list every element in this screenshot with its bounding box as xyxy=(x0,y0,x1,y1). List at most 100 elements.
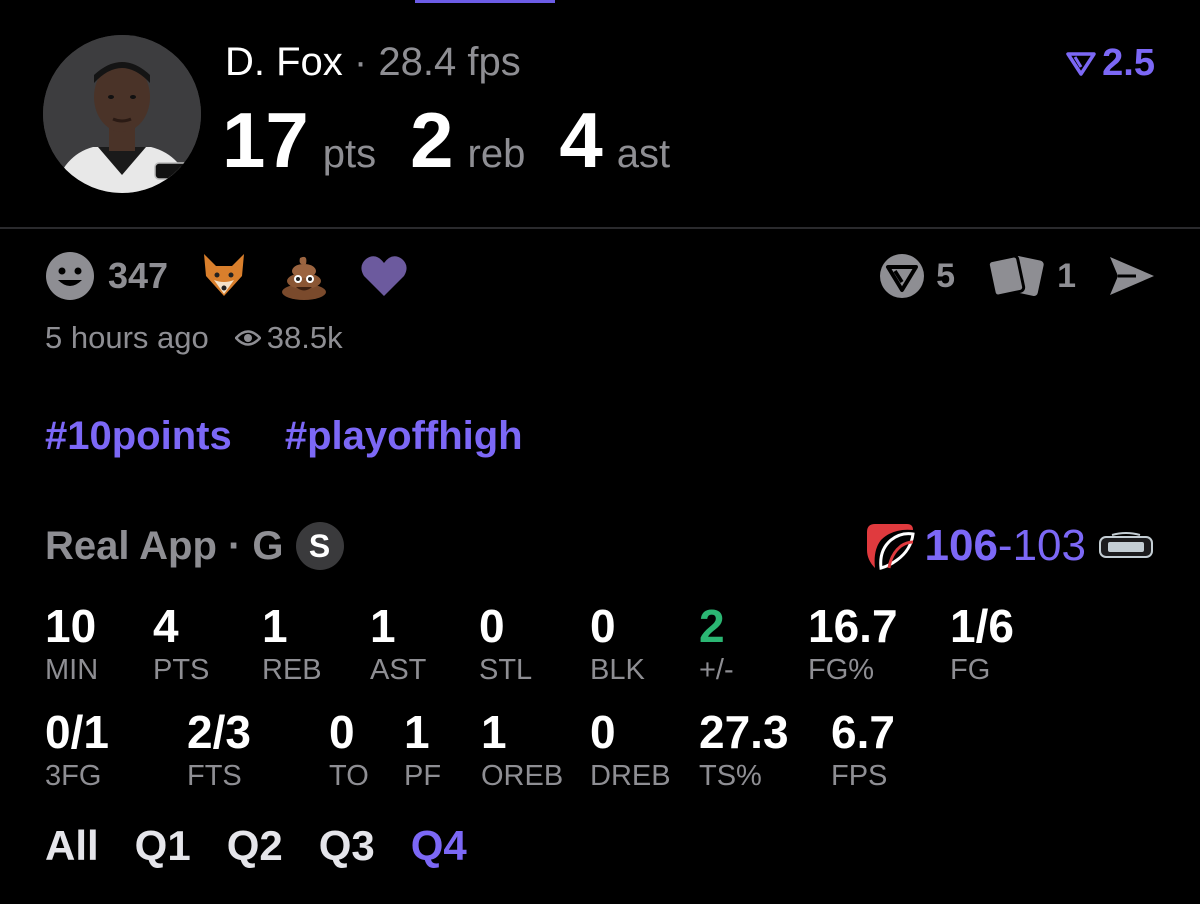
tab-q4[interactable]: Q4 xyxy=(411,822,467,870)
app-label: Real App · G xyxy=(45,523,284,568)
score-dash: - xyxy=(997,521,1013,570)
position-badge: S xyxy=(295,522,344,570)
tab-q2[interactable]: Q2 xyxy=(227,822,283,870)
stat-cell: 0 BLK xyxy=(590,602,645,686)
stat-value: 1 xyxy=(404,706,430,758)
stat-label: FG% xyxy=(808,654,875,686)
cards-count: 1 xyxy=(1057,256,1076,295)
stat-label: TS% xyxy=(699,760,762,792)
view-count: 38.5k xyxy=(266,320,343,355)
stat-label: REB xyxy=(262,654,322,686)
stat-cell: 1 OREB xyxy=(481,708,563,792)
stat-value: 0 xyxy=(479,600,505,652)
stat-cell: 1 AST xyxy=(370,602,426,686)
quarter-tabs: All Q1 Q2 Q3 Q4 xyxy=(45,822,503,870)
stat-label: PF xyxy=(404,760,442,792)
stat-label: +/- xyxy=(699,654,734,686)
post-meta: 5 hours ago 38.5k xyxy=(45,320,343,356)
tab-q1[interactable]: Q1 xyxy=(135,822,191,870)
shot-count: 5 xyxy=(936,256,956,295)
game-score[interactable]: 106 - 103 xyxy=(863,520,1155,572)
stat-value: 2/3 xyxy=(187,706,251,758)
heart-icon[interactable] xyxy=(358,250,410,302)
separator-dot: · xyxy=(353,40,368,84)
stat-value-ast: 4 xyxy=(559,96,603,184)
reactions-bar: 347 xyxy=(44,250,438,302)
post-statline: 17 pts 2 reb 4 ast xyxy=(222,95,704,186)
top-accent-bar xyxy=(415,0,555,3)
section-divider xyxy=(0,227,1200,229)
stat-label: MIN xyxy=(45,654,99,686)
fps-label: 28.4 fps xyxy=(378,40,521,84)
fox-emoji-icon[interactable] xyxy=(198,250,250,302)
share-icon[interactable] xyxy=(1106,253,1158,299)
stat-value: 0 xyxy=(590,706,616,758)
poop-emoji-icon[interactable] xyxy=(278,250,330,302)
time-ago: 5 hours ago xyxy=(45,320,209,355)
cards-icon[interactable] xyxy=(985,250,1049,302)
stat-value-reb: 2 xyxy=(410,96,454,184)
stat-label: FTS xyxy=(187,760,242,792)
player-avatar[interactable] xyxy=(43,35,201,193)
hashtag-link[interactable]: #playoffhigh xyxy=(285,414,523,458)
views: 38.5k xyxy=(234,320,343,356)
tab-all[interactable]: All xyxy=(45,822,99,870)
stat-label: AST xyxy=(370,654,427,686)
score-loser: 103 xyxy=(1012,521,1086,570)
stat-value: 1 xyxy=(481,706,507,758)
blazers-logo-icon xyxy=(866,524,915,570)
stat-value: 1/6 xyxy=(950,600,1014,652)
stat-value: 0/1 xyxy=(45,706,109,758)
stat-value: 1 xyxy=(262,600,288,652)
reaction-count: 347 xyxy=(108,255,169,296)
spurs-logo-icon xyxy=(1099,532,1153,558)
hashtag-link[interactable]: #10points xyxy=(45,414,232,458)
stat-cell: 2/3 FTS xyxy=(187,708,251,792)
stat-cell: 1/6 FG xyxy=(950,602,1014,686)
player-name[interactable]: D. Fox xyxy=(225,40,343,84)
stat-value: 0 xyxy=(329,706,355,758)
stat-cell: 0 STL xyxy=(479,602,532,686)
post-actions: 5 1 xyxy=(876,250,1158,302)
stat-label: PTS xyxy=(153,654,210,686)
stat-cell: 1 REB xyxy=(262,602,322,686)
stat-value: 6.7 xyxy=(831,706,895,758)
stat-label: DREB xyxy=(590,760,671,792)
stat-cell: 16.7 FG% xyxy=(808,602,898,686)
stat-value: 0 xyxy=(590,600,616,652)
stat-unit-reb: reb xyxy=(467,132,526,176)
stat-unit-pts: pts xyxy=(322,132,377,176)
stat-label: 3FG xyxy=(45,760,102,792)
stat-label: BLK xyxy=(590,654,645,686)
stat-label: STL xyxy=(479,654,533,686)
stat-value: 16.7 xyxy=(808,600,898,652)
stat-label: FPS xyxy=(831,760,888,792)
stat-unit-ast: ast xyxy=(616,132,671,176)
real-badge-icon xyxy=(1066,51,1096,76)
stat-label: OREB xyxy=(481,760,564,792)
stat-value-plus-minus: 2 xyxy=(699,600,725,652)
stat-value: 10 xyxy=(45,600,97,652)
stat-cell: 1 PF xyxy=(404,708,441,792)
stat-cell: 0/1 3FG xyxy=(45,708,109,792)
stat-cell: 0 TO xyxy=(329,708,369,792)
stat-label: TO xyxy=(329,760,369,792)
player-title: D. Fox · 28.4 fps xyxy=(225,40,521,85)
score-winner: 106 xyxy=(924,521,998,570)
stat-cell: 2 +/- xyxy=(699,602,734,686)
tab-q3[interactable]: Q3 xyxy=(319,822,375,870)
stat-value: 4 xyxy=(153,600,179,652)
stat-value-pts: 17 xyxy=(222,96,309,184)
stat-value: 1 xyxy=(370,600,396,652)
smile-icon[interactable] xyxy=(44,250,96,302)
stat-cell: 0 DREB xyxy=(590,708,671,792)
eye-icon xyxy=(234,330,261,346)
hashtags: #10points #playoffhigh xyxy=(45,414,565,459)
stat-label: FG xyxy=(950,654,991,686)
shot-icon[interactable] xyxy=(876,250,928,302)
stat-cell: 27.3 TS% xyxy=(699,708,789,792)
stat-cell: 4 PTS xyxy=(153,602,209,686)
game-source: Real App · G S xyxy=(45,522,344,570)
stat-cell: 6.7 FPS xyxy=(831,708,895,792)
rating-badge[interactable]: 2.5 xyxy=(1066,42,1155,85)
